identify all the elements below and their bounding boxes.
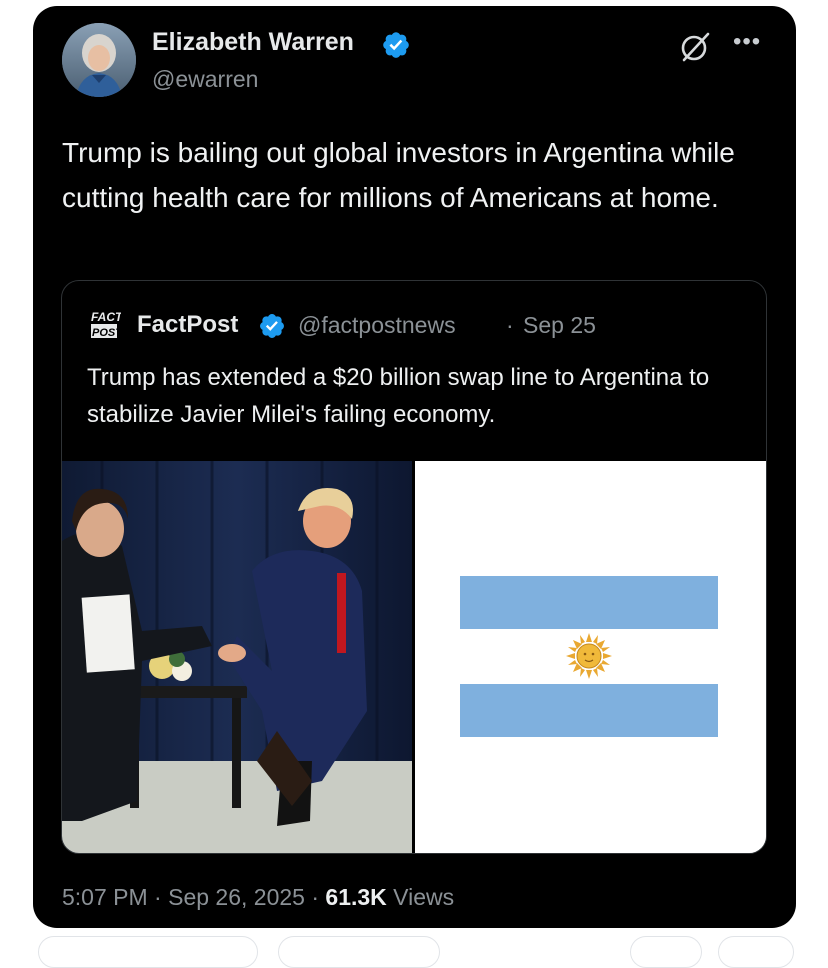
- argentina-flag[interactable]: [415, 461, 766, 853]
- handshake-photo[interactable]: [62, 461, 412, 853]
- quoted-verified-badge-icon: [260, 314, 284, 338]
- factpost-logo: FACT POST: [89, 308, 121, 340]
- quoted-author-handle[interactable]: @factpostnews: [298, 312, 456, 339]
- action-pill-1[interactable]: [38, 936, 258, 968]
- quoted-tweet[interactable]: FACT POST FactPost @factpostnews · Sep 2…: [61, 280, 767, 854]
- grok-icon[interactable]: [678, 30, 712, 64]
- quoted-separator: ·: [506, 312, 514, 338]
- tweet-date[interactable]: Sep 26, 2025: [168, 884, 305, 910]
- tweet-meta: 5:07 PM · Sep 26, 2025 · 61.3K Views: [62, 884, 454, 911]
- views-label: Views: [393, 884, 455, 910]
- verified-badge-icon: [383, 32, 409, 58]
- quoted-author-name[interactable]: FactPost: [137, 311, 238, 339]
- quoted-tweet-text: Trump has extended a $20 billion swap li…: [87, 364, 710, 428]
- author-name[interactable]: Elizabeth Warren: [152, 28, 354, 57]
- tweet-text: Trump is bailing out global investors in…: [62, 137, 735, 213]
- author-avatar[interactable]: [62, 23, 136, 97]
- svg-text:POST: POST: [92, 327, 121, 339]
- more-options-icon[interactable]: •••: [733, 28, 761, 56]
- quoted-date[interactable]: Sep 25: [523, 312, 596, 339]
- meta-separator: ·: [311, 884, 320, 910]
- action-pill-4[interactable]: [718, 936, 794, 968]
- meta-separator: ·: [154, 884, 162, 910]
- action-pill-3[interactable]: [630, 936, 702, 968]
- tweet-time[interactable]: 5:07 PM: [62, 884, 148, 910]
- author-handle[interactable]: @ewarren: [152, 66, 258, 93]
- svg-text:FACT: FACT: [91, 310, 121, 324]
- tweet-card: Elizabeth Warren @ewarren ••• Trump is b…: [33, 6, 796, 928]
- action-pill-2[interactable]: [278, 936, 440, 968]
- views-count[interactable]: 61.3K: [325, 884, 386, 910]
